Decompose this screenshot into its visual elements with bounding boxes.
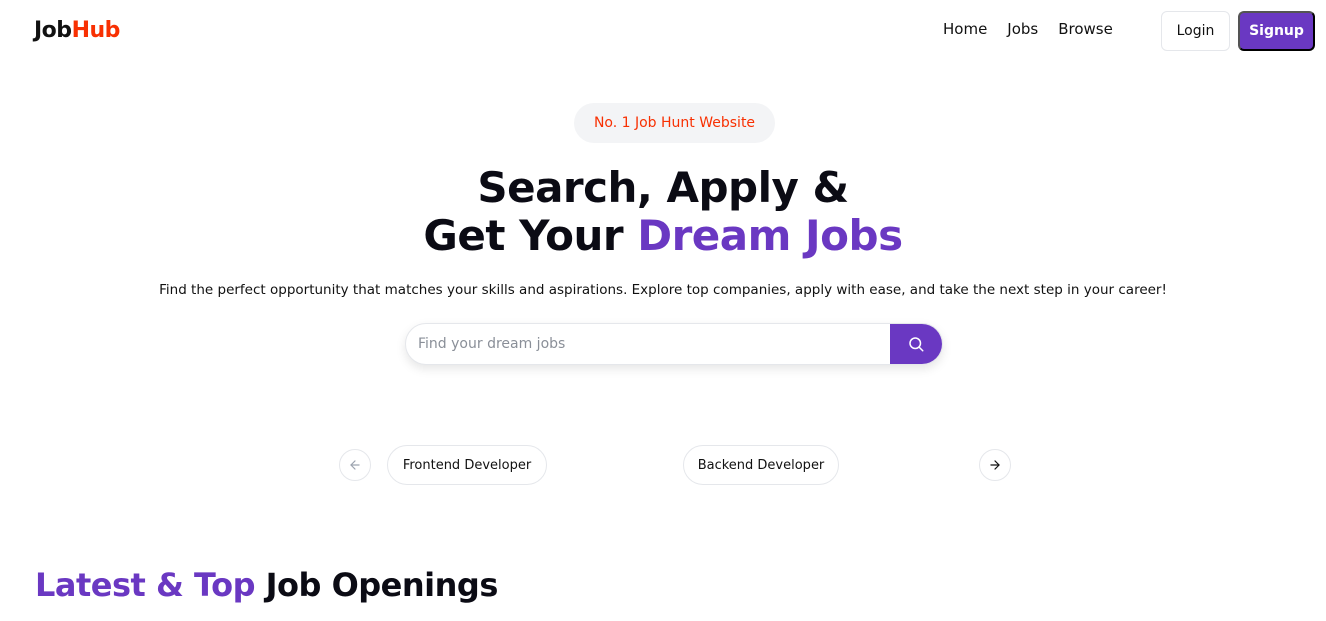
page: JobHub Home Jobs Browse Login Signup No.…: [0, 0, 1326, 621]
headline-line-1: Search, Apply &: [477, 163, 849, 212]
logo-text-job: Job: [34, 18, 72, 43]
carousel-prev-button[interactable]: [339, 449, 371, 481]
hero-headline: Search, Apply & Get Your Dream Jobs: [0, 164, 1326, 260]
category-chip-backend[interactable]: Backend Developer: [683, 445, 839, 485]
hero-subtext: Find the perfect opportunity that matche…: [159, 282, 1167, 298]
login-button[interactable]: Login: [1161, 11, 1230, 51]
latest-jobs-heading: Latest & Top Job Openings: [35, 566, 498, 604]
search-button[interactable]: [890, 324, 942, 364]
nav-link-home[interactable]: Home: [943, 20, 987, 38]
nav-link-browse[interactable]: Browse: [1058, 20, 1113, 38]
signup-button[interactable]: Signup: [1238, 11, 1315, 51]
headline-line-2-plain: Get Your: [423, 211, 638, 260]
headline-line-2-accent: Dream Jobs: [637, 211, 903, 260]
search-icon: [909, 337, 924, 352]
logo[interactable]: JobHub: [34, 18, 120, 43]
latest-jobs-heading-accent: Latest & Top: [35, 566, 255, 604]
arrow-right-icon: [990, 460, 1000, 470]
search-input[interactable]: [406, 324, 892, 364]
search-bar: [405, 323, 943, 365]
carousel-next-button[interactable]: [979, 449, 1011, 481]
category-chip-frontend[interactable]: Frontend Developer: [387, 445, 547, 485]
latest-jobs-heading-plain: Job Openings: [254, 566, 499, 604]
arrow-left-icon: [350, 460, 360, 470]
hero-badge: No. 1 Job Hunt Website: [574, 103, 775, 143]
nav-links: Home Jobs Browse: [943, 20, 1113, 38]
logo-text-hub: Hub: [71, 18, 121, 43]
nav-link-jobs[interactable]: Jobs: [1007, 20, 1038, 38]
